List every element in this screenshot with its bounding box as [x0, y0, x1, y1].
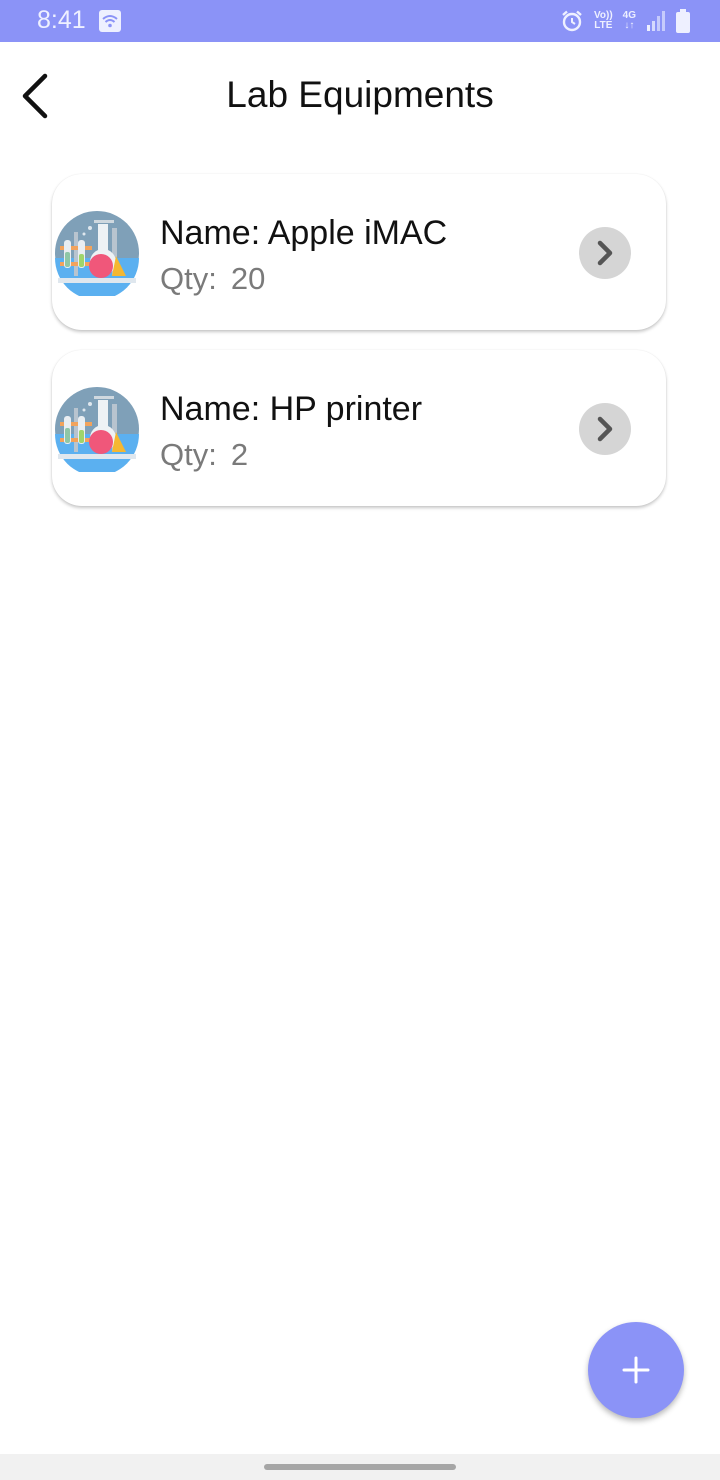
name-value: HP printer — [269, 390, 423, 428]
lab-equipment-icon — [54, 386, 140, 476]
chevron-right-icon — [597, 240, 613, 266]
qty-value: 2 — [230, 437, 249, 472]
page-title: Lab Equipments — [226, 74, 494, 115]
status-time: 8:41 — [37, 6, 86, 34]
battery-icon — [676, 9, 690, 33]
name-prefix: Name: — [160, 390, 270, 428]
equipment-qty: Qty: 20 — [160, 261, 265, 297]
lab-equipments-screen: 8:41 Vo)) LTE 4G ↓↑ Lab Equipments Name:… — [0, 0, 720, 1480]
qty-label: Qty: — [160, 437, 217, 472]
alarm-icon — [560, 9, 584, 33]
equipment-name: Name: HP printer — [160, 390, 422, 429]
lab-equipment-icon — [54, 210, 140, 300]
qty-value: 20 — [230, 261, 266, 296]
qty-label: Qty: — [160, 261, 217, 296]
volte-bottom-text: LTE — [594, 20, 613, 31]
network-type-indicator: 4G ↓↑ — [623, 11, 636, 31]
system-nav-bar — [0, 1454, 720, 1480]
status-bar: 8:41 Vo)) LTE 4G ↓↑ — [0, 0, 720, 42]
volte-indicator: Vo)) LTE — [594, 11, 613, 31]
wifi-icon — [99, 10, 121, 32]
add-equipment-button[interactable] — [588, 1322, 684, 1418]
name-value: Apple iMAC — [267, 214, 448, 252]
equipment-name: Name: Apple iMAC — [160, 214, 447, 253]
equipment-list: Name: Apple iMAC Qty: 20 Name: HP printe… — [52, 174, 668, 526]
home-gesture-handle[interactable] — [264, 1464, 456, 1470]
name-prefix: Name: — [160, 214, 268, 252]
open-equipment-button[interactable] — [579, 403, 631, 455]
equipment-qty: Qty: 2 — [160, 437, 248, 473]
equipment-card[interactable]: Name: HP printer Qty: 2 — [52, 350, 666, 506]
signal-icon — [646, 10, 666, 32]
plus-icon — [622, 1356, 650, 1384]
equipment-card[interactable]: Name: Apple iMAC Qty: 20 — [52, 174, 666, 330]
app-header: Lab Equipments — [0, 42, 720, 152]
chevron-right-icon — [597, 416, 613, 442]
status-icons: Vo)) LTE 4G ↓↑ — [560, 7, 690, 35]
network-arrows-text: ↓↑ — [624, 20, 635, 31]
open-equipment-button[interactable] — [579, 227, 631, 279]
